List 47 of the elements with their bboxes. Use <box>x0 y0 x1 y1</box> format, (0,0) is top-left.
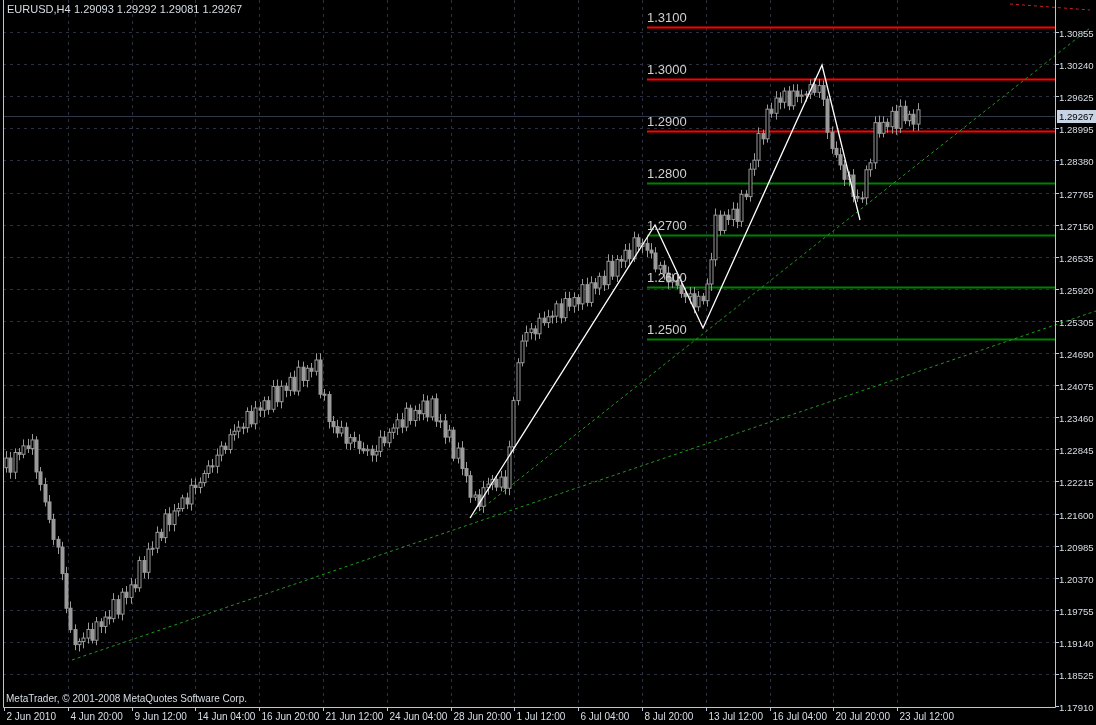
price-label: 1.19755 <box>1059 605 1094 617</box>
price-label: 1.28380 <box>1059 155 1094 167</box>
price-label: 1.20985 <box>1059 541 1094 553</box>
level-label: 1.2700 <box>647 217 687 233</box>
level-label: 1.2900 <box>647 113 687 129</box>
price-label: 1.27150 <box>1059 220 1094 232</box>
level-label: 1.2500 <box>647 321 687 337</box>
time-label: 23 Jul 12:00 <box>899 711 954 722</box>
price-label: 1.25920 <box>1059 284 1094 296</box>
price-label: 1.20370 <box>1059 573 1094 585</box>
price-label: 1.19140 <box>1059 637 1094 649</box>
time-label: 13 Jul 12:00 <box>708 711 763 722</box>
level-label: 1.2800 <box>647 165 687 181</box>
price-label: 1.27765 <box>1059 188 1094 200</box>
time-label: 24 Jun 04:00 <box>389 711 448 722</box>
price-label: 1.28995 <box>1059 123 1094 135</box>
price-label: 1.30855 <box>1059 27 1094 39</box>
price-label: 1.29625 <box>1059 91 1094 103</box>
time-label: 1 Jul 12:00 <box>516 711 566 722</box>
price-label: 1.30240 <box>1059 59 1094 71</box>
price-label: 1.24690 <box>1059 348 1094 360</box>
price-label: 1.21600 <box>1059 509 1094 521</box>
symbol-label: EURUSD,H4 <box>7 3 71 15</box>
level-label: 1.3000 <box>647 61 687 77</box>
copyright-text: MetaTrader, © 2001-2008 MetaQuotes Software Corp. <box>6 693 247 704</box>
ohlc-values: 1.29093 1.29292 1.29081 1.29267 <box>74 3 243 15</box>
time-label: 2 Jun 2010 <box>6 711 56 722</box>
price-label: 1.24075 <box>1059 380 1094 392</box>
time-label: 16 Jul 04:00 <box>772 711 827 722</box>
time-label: 4 Jun 20:00 <box>70 711 123 722</box>
time-label: 14 Jun 04:00 <box>197 711 256 722</box>
level-label: 1.3100 <box>647 9 687 25</box>
price-label: 1.23460 <box>1059 412 1094 424</box>
price-label: 1.25305 <box>1059 316 1094 328</box>
time-label: 16 Jun 20:00 <box>261 711 320 722</box>
current-price-tag: 1.29267 <box>1057 110 1096 123</box>
time-label: 8 Jul 20:00 <box>644 711 694 722</box>
price-label: 1.22845 <box>1059 444 1094 456</box>
time-label: 21 Jun 12:00 <box>325 711 384 722</box>
time-label: 28 Jun 20:00 <box>453 711 512 722</box>
time-label: 20 Jul 20:00 <box>835 711 890 722</box>
price-label: 1.26535 <box>1059 252 1094 264</box>
time-label: 9 Jun 12:00 <box>134 711 187 722</box>
price-label: 1.18525 <box>1059 669 1094 681</box>
time-label: 6 Jul 04:00 <box>580 711 630 722</box>
price-label: 1.17910 <box>1059 701 1094 713</box>
price-label: 1.22215 <box>1059 476 1094 488</box>
